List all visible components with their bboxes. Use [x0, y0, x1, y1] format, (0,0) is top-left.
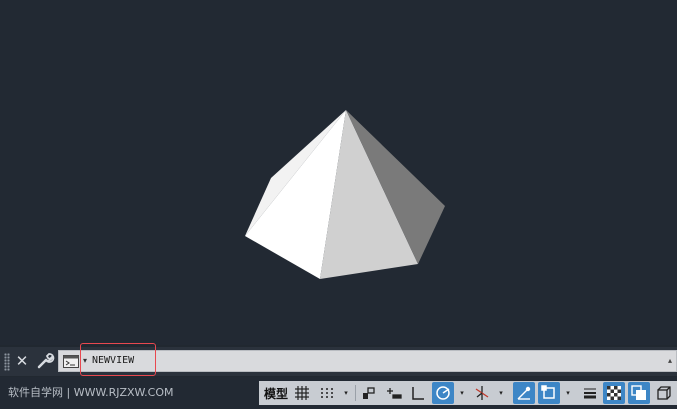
grip-icon[interactable]: [4, 353, 10, 371]
status-toggles: 模型 ▾ ▾ ▾ ▾: [259, 381, 677, 405]
scroll-up-icon[interactable]: ▴: [668, 353, 672, 369]
polar-dropdown[interactable]: ▾: [456, 382, 468, 404]
selection-cycling-icon[interactable]: [628, 382, 650, 404]
lineweight-icon[interactable]: [579, 382, 601, 404]
ortho-icon[interactable]: [408, 382, 428, 404]
pyramid-model[interactable]: [0, 0, 677, 345]
grid-icon[interactable]: [292, 382, 312, 404]
watermark-text: 软件自学网 | WWW.RJZXW.COM: [8, 386, 174, 399]
command-highlight-box: [80, 343, 156, 376]
close-icon[interactable]: ✕: [13, 351, 31, 371]
osnap-icon[interactable]: [538, 382, 560, 404]
model-tab[interactable]: 模型: [261, 382, 291, 404]
chevron-down-icon: ▾: [344, 389, 348, 397]
drawing-viewport[interactable]: [0, 0, 677, 345]
snap-icon[interactable]: [316, 382, 338, 404]
status-bar: 软件自学网 | WWW.RJZXW.COM 模型 ▾ ▾ ▾ ▾: [0, 377, 677, 409]
separator: [355, 385, 356, 401]
snap-dropdown[interactable]: ▾: [340, 382, 352, 404]
object-track-icon[interactable]: [513, 382, 535, 404]
transparency-icon[interactable]: [603, 382, 625, 404]
polar-icon[interactable]: [432, 382, 454, 404]
chevron-down-icon: ▾: [460, 389, 464, 397]
isodraft-icon[interactable]: [471, 382, 493, 404]
command-prompt-icon[interactable]: [63, 354, 81, 368]
wrench-icon[interactable]: [35, 351, 55, 371]
chevron-down-icon: ▾: [566, 389, 570, 397]
infer-constraints-icon[interactable]: [359, 382, 379, 404]
model-tab-label: 模型: [263, 386, 288, 401]
isodraft-dropdown[interactable]: ▾: [495, 382, 507, 404]
osnap-dropdown[interactable]: ▾: [562, 382, 574, 404]
3d-osnap-icon[interactable]: [653, 382, 675, 404]
chevron-down-icon: ▾: [499, 389, 503, 397]
dynamic-input-icon[interactable]: [383, 382, 405, 404]
